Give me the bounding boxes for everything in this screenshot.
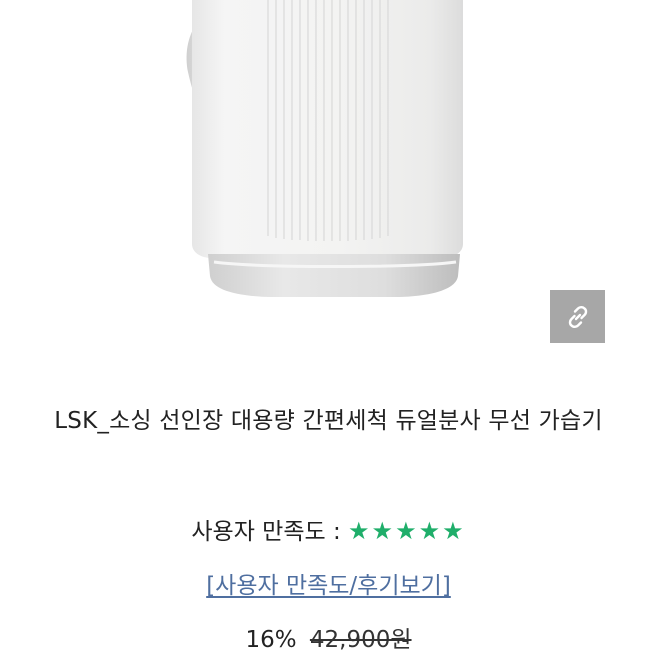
rating-stars: ★★★★★: [348, 517, 466, 545]
price-row: 16% 42,900원: [0, 620, 657, 657]
copy-link-button[interactable]: [550, 290, 605, 343]
review-link[interactable]: [사용자 만족도/후기보기]: [0, 566, 657, 606]
rating-row: 사용자 만족도 : ★★★★★: [0, 511, 657, 552]
product-title: LSK_소싱 선인장 대용량 간편세척 듀얼분사 무선 가습기: [54, 408, 603, 434]
product-page: LSK_소싱 선인장 대용량 간편세척 듀얼분사 무선 가습기 사용자 만족도 …: [0, 0, 657, 657]
original-price: 42,900원: [309, 627, 412, 653]
link-chain-icon: [568, 305, 587, 328]
rating-label: 사용자 만족도 :: [191, 519, 341, 545]
discount-rate: 16%: [245, 627, 297, 653]
